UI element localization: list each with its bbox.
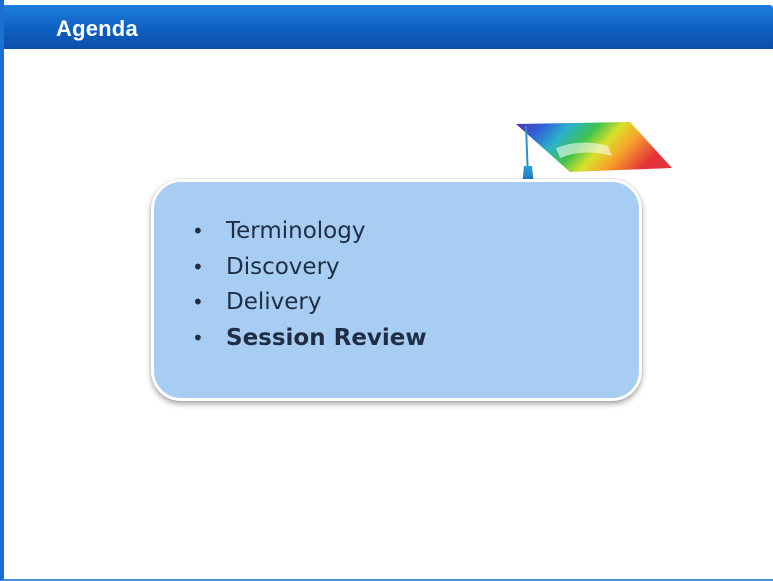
agenda-item-terminology[interactable]: • Terminology — [190, 216, 427, 252]
bullet-icon: • — [192, 325, 204, 350]
bullet-icon: • — [192, 219, 204, 243]
slide: Agenda • Terminology • Discovery • Deliv… — [0, 0, 773, 581]
agenda-item-label: Delivery — [226, 289, 322, 315]
bullet-icon: • — [192, 254, 204, 279]
title-bar: Agenda — [4, 5, 773, 49]
agenda-item-label: Discovery — [226, 253, 340, 280]
agenda-list: • Terminology • Discovery • Delivery • S… — [190, 216, 427, 358]
agenda-item-discovery[interactable]: • Discovery — [190, 252, 427, 288]
bullet-icon: • — [192, 290, 204, 314]
agenda-item-label: Terminology — [226, 218, 366, 244]
agenda-item-label: Session Review — [226, 324, 427, 351]
agenda-item-session-review[interactable]: • Session Review — [190, 323, 427, 359]
agenda-card: • Terminology • Discovery • Delivery • S… — [151, 179, 642, 401]
page-title: Agenda — [56, 16, 138, 41]
agenda-item-delivery[interactable]: • Delivery — [190, 287, 427, 323]
